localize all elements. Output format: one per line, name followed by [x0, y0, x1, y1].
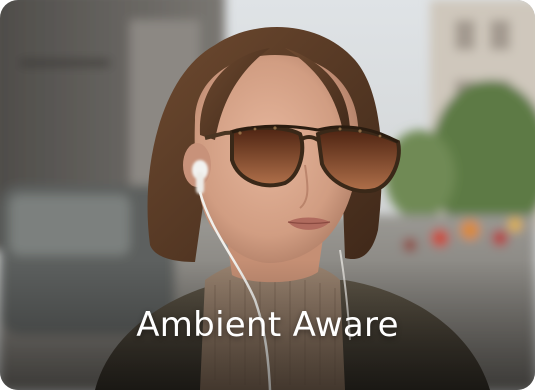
feature-card[interactable]: Ambient Aware [0, 0, 535, 390]
feature-caption: Ambient Aware [136, 305, 399, 345]
